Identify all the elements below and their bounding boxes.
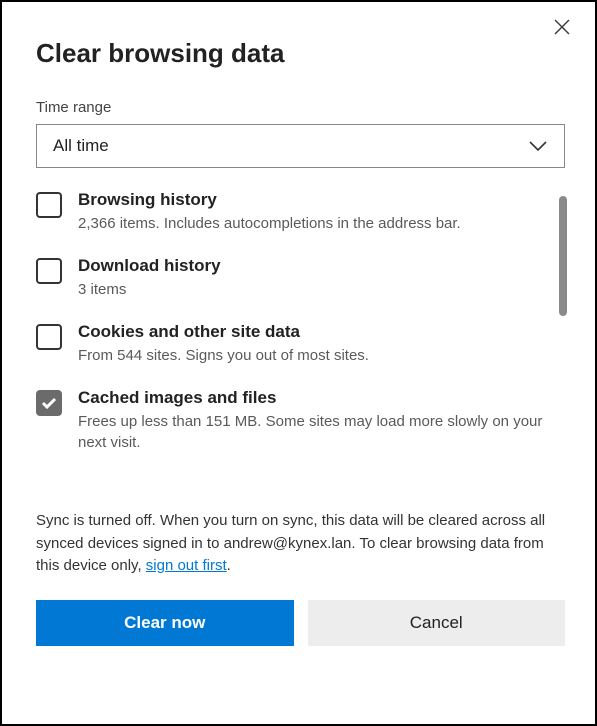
- clear-browsing-data-dialog: Clear browsing data Time range All time …: [0, 0, 597, 726]
- sync-note-after: .: [227, 557, 231, 574]
- checkbox-cookies[interactable]: [36, 324, 62, 350]
- option-browsing-history: Browsing history 2,366 items. Includes a…: [36, 190, 545, 234]
- option-title: Download history: [78, 256, 545, 276]
- checkbox-cached-files[interactable]: [36, 390, 62, 416]
- time-range-value: All time: [53, 136, 109, 156]
- option-title: Cached images and files: [78, 388, 545, 408]
- option-desc: Frees up less than 151 MB. Some sites ma…: [78, 411, 545, 453]
- option-cookies: Cookies and other site data From 544 sit…: [36, 322, 545, 366]
- option-title: Cookies and other site data: [78, 322, 545, 342]
- sign-out-link[interactable]: sign out first: [146, 557, 227, 574]
- chevron-down-icon: [528, 140, 548, 152]
- sync-note: Sync is turned off. When you turn on syn…: [36, 510, 565, 578]
- close-icon: [553, 18, 571, 36]
- data-type-list: Browsing history 2,366 items. Includes a…: [36, 190, 565, 500]
- scrollbar-thumb[interactable]: [559, 196, 567, 316]
- checkmark-icon: [41, 397, 57, 409]
- clear-now-button[interactable]: Clear now: [36, 600, 294, 646]
- time-range-label: Time range: [36, 99, 565, 116]
- checkbox-browsing-history[interactable]: [36, 192, 62, 218]
- time-range-select[interactable]: All time: [36, 124, 565, 168]
- option-download-history: Download history 3 items: [36, 256, 545, 300]
- checkbox-download-history[interactable]: [36, 258, 62, 284]
- option-desc: 2,366 items. Includes autocompletions in…: [78, 213, 545, 234]
- cancel-button[interactable]: Cancel: [308, 600, 566, 646]
- dialog-title: Clear browsing data: [36, 38, 565, 69]
- sync-note-text: Sync is turned off. When you turn on syn…: [36, 512, 545, 574]
- dialog-buttons: Clear now Cancel: [36, 600, 565, 646]
- option-cached-files: Cached images and files Frees up less th…: [36, 388, 545, 453]
- close-button[interactable]: [551, 16, 573, 38]
- option-desc: From 544 sites. Signs you out of most si…: [78, 345, 545, 366]
- option-title: Browsing history: [78, 190, 545, 210]
- option-desc: 3 items: [78, 279, 545, 300]
